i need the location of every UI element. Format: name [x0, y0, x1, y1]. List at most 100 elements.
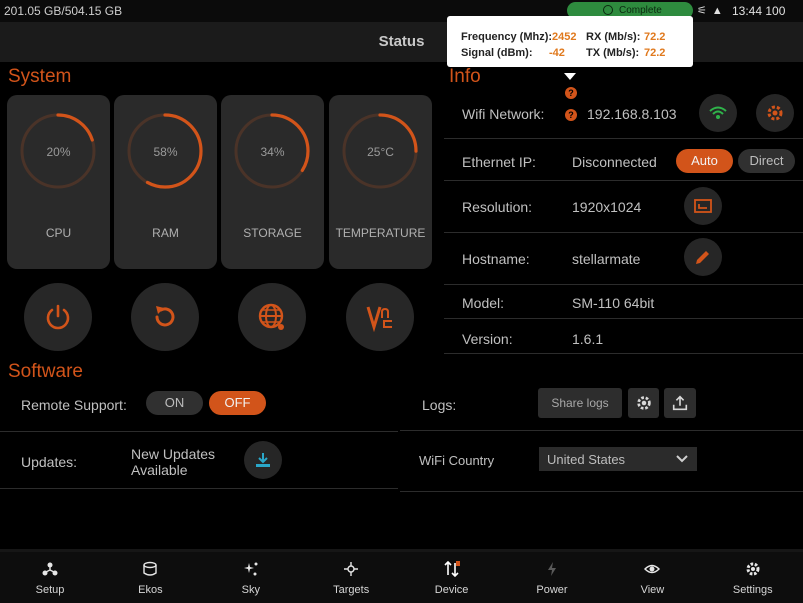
upload-icon	[672, 395, 688, 411]
ethernet-auto-button[interactable]: Auto	[676, 149, 733, 173]
nav-setup[interactable]: Setup	[0, 552, 100, 603]
divider	[444, 138, 803, 139]
edit-hostname-button[interactable]	[684, 238, 722, 276]
updates-status-line1: New Updates	[131, 446, 216, 462]
wifi-network-value: 192.168.8.103	[587, 106, 677, 122]
power-icon	[548, 562, 556, 576]
nav-view[interactable]: View	[602, 552, 702, 603]
updates-status-line2: Available	[131, 462, 188, 478]
view-icon	[644, 564, 661, 574]
power-button[interactable]	[24, 283, 92, 351]
sky-icon	[243, 562, 258, 576]
version-value: 1.6.1	[572, 331, 604, 347]
frequency-value: 2452	[552, 31, 577, 43]
wifi-info-icon[interactable]: ?	[565, 109, 577, 121]
power-icon	[46, 304, 70, 330]
divider	[444, 318, 803, 319]
update-download-button[interactable]	[244, 441, 282, 479]
restart-button[interactable]	[131, 283, 199, 351]
gauge-value: 34%	[260, 145, 285, 159]
tooltip-anchor-icon[interactable]: ?	[565, 87, 577, 99]
nav-label: View	[640, 584, 665, 596]
gauge-label: CPU	[45, 226, 72, 240]
wifi-icon	[709, 106, 727, 119]
gauge-value: 25°C	[367, 145, 394, 159]
ekos-icon	[143, 561, 158, 576]
divider	[0, 431, 398, 432]
wifi-country-select[interactable]: United States	[539, 447, 697, 471]
restart-icon	[155, 306, 175, 327]
nav-label: Settings	[732, 584, 773, 596]
device-icon	[444, 561, 460, 577]
remote-support-off-button[interactable]: OFF	[209, 391, 266, 415]
nav-label: Device	[434, 584, 469, 596]
wifi-button[interactable]	[699, 94, 737, 132]
gauge-value: 20%	[46, 145, 71, 159]
signal-label: Signal (dBm):	[461, 47, 533, 59]
gear-icon	[767, 105, 783, 121]
divider	[444, 232, 803, 233]
gear-icon	[637, 396, 651, 410]
vnc-icon	[366, 306, 392, 332]
wifi-network-label: Wifi Network:	[462, 106, 545, 122]
logs-settings-button[interactable]	[628, 388, 659, 418]
tx-value: 72.2	[644, 47, 666, 59]
system-section-title: System	[8, 66, 72, 87]
remote-support-label: Remote Support:	[21, 397, 127, 413]
nav-targets[interactable]: Targets	[301, 552, 401, 603]
updates-status: New Updates Available	[131, 446, 215, 478]
resolution-icon	[694, 199, 712, 213]
settings-icon	[746, 562, 760, 576]
download-icon	[256, 453, 270, 467]
gauge-label: RAM	[152, 226, 179, 240]
divider	[400, 491, 803, 492]
pencil-icon	[696, 251, 709, 264]
nav-sky[interactable]: Sky	[201, 552, 301, 603]
gauge-card-ram: 58% RAM	[114, 95, 217, 269]
version-label: Version:	[462, 331, 513, 347]
vnc-button[interactable]	[346, 283, 414, 351]
hostname-label: Hostname:	[462, 251, 530, 267]
wifi-stats-tooltip: Frequency (Mhz): 2452 RX (Mb/s): 72.2 Si…	[447, 16, 693, 67]
tooltip-caret	[564, 73, 576, 80]
gauge-label: STORAGE	[243, 226, 302, 240]
chevron-down-icon	[676, 455, 688, 463]
divider	[444, 180, 803, 181]
rx-label: RX (Mb/s):	[586, 31, 641, 43]
divider	[0, 488, 398, 489]
tx-label: TX (Mb/s):	[586, 47, 640, 59]
bottom-nav: Setup Ekos Sky Targets Device Power View Settin…	[0, 552, 803, 603]
share-logs-button[interactable]: Share logs	[538, 388, 622, 418]
gauge-value: 58%	[153, 145, 178, 159]
nav-device[interactable]: Device	[402, 552, 502, 603]
network-settings-button[interactable]	[756, 94, 794, 132]
targets-icon	[344, 562, 359, 576]
clock: 13:44 100	[732, 4, 786, 18]
upload-logs-button[interactable]	[664, 388, 696, 418]
gauge-card-temperature: 25°C TEMPERATURE	[329, 95, 432, 269]
nav-power[interactable]: Power	[502, 552, 602, 603]
web-manager-button[interactable]	[238, 283, 306, 351]
model-value: SM-110 64bit	[572, 295, 655, 311]
wifi-signal-icon: ⚟ ▲	[697, 5, 724, 17]
updates-label: Updates:	[21, 454, 78, 470]
ethernet-direct-button[interactable]: Direct	[738, 149, 795, 173]
nav-settings[interactable]: Settings	[703, 552, 803, 603]
globe-icon	[258, 303, 284, 330]
ethernet-value: Disconnected	[572, 154, 657, 170]
divider	[400, 430, 803, 431]
gauge-label: TEMPERATURE	[335, 226, 426, 240]
divider	[444, 353, 803, 354]
gauge-card-storage: 34% STORAGE	[221, 95, 324, 269]
software-section-title: Software	[8, 361, 83, 382]
frequency-label: Frequency (Mhz):	[461, 31, 553, 43]
nav-label: Ekos	[138, 584, 163, 596]
progress-ring-icon	[603, 5, 613, 15]
nav-label: Setup	[35, 584, 65, 596]
remote-support-on-button[interactable]: ON	[146, 391, 203, 415]
resolution-label: Resolution:	[462, 199, 533, 215]
rx-value: 72.2	[644, 31, 666, 43]
nav-ekos[interactable]: Ekos	[100, 552, 200, 603]
resolution-button[interactable]	[684, 187, 722, 225]
storage-readout: 201.05 GB/504.15 GB	[4, 4, 123, 18]
